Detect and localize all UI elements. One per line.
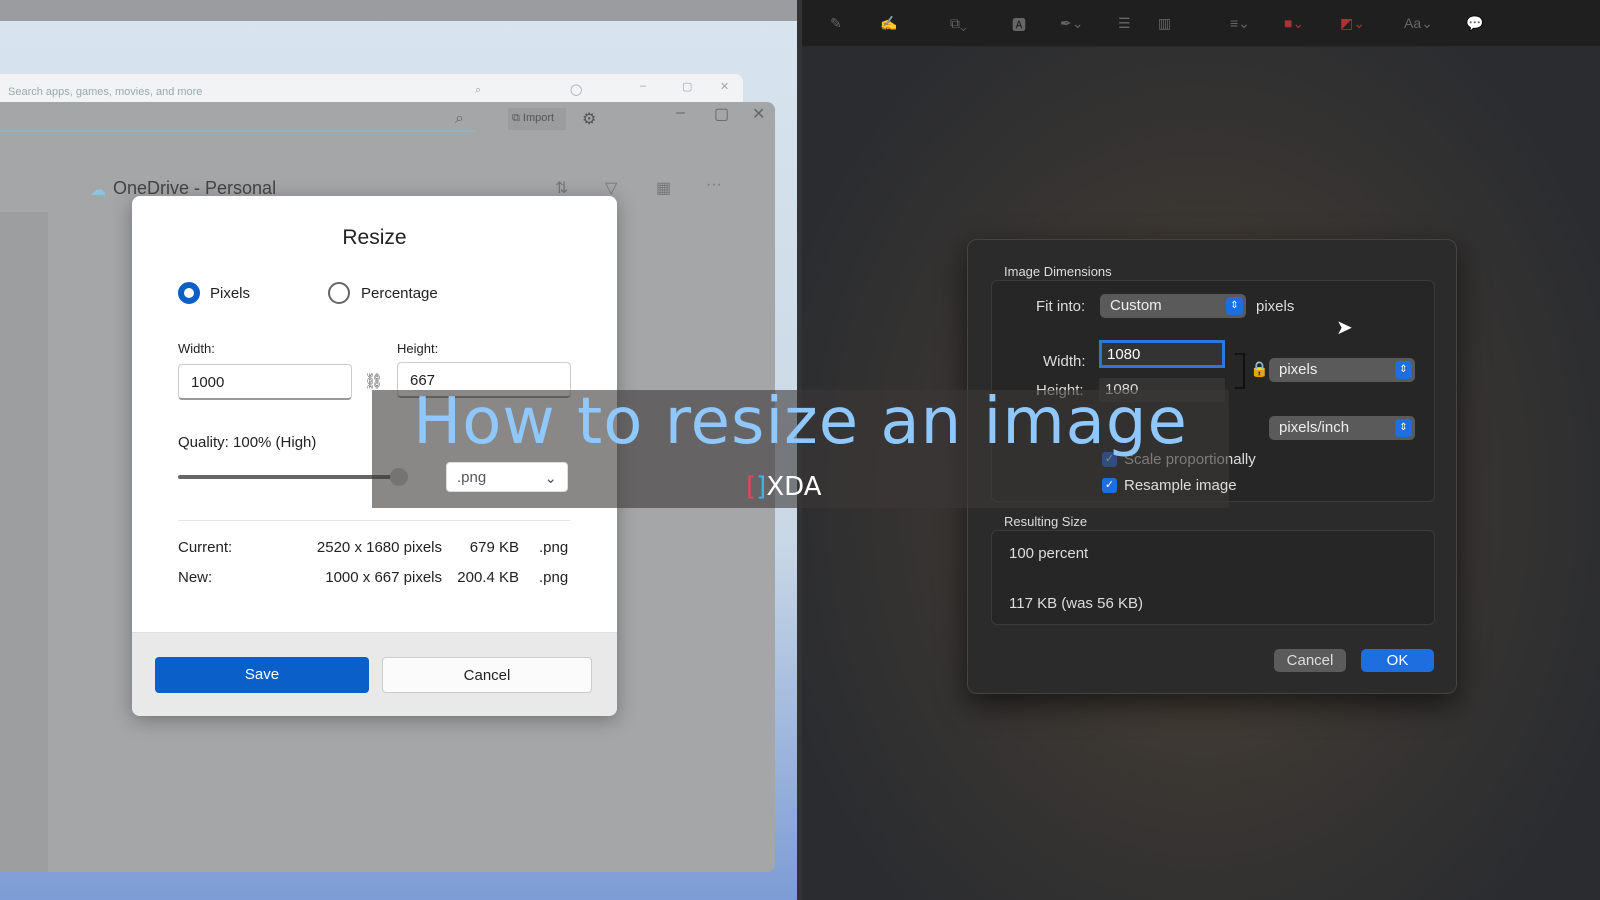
minimize-icon[interactable]: – (640, 80, 646, 92)
width-label: Width: (1043, 353, 1086, 370)
text-box-icon[interactable]: 🅰 (1012, 15, 1026, 35)
width-label: Width: (178, 341, 215, 356)
filter-icon[interactable]: ▽ (605, 178, 617, 198)
cancel-button[interactable]: Cancel (382, 657, 592, 693)
result-section-title: Resulting Size (1004, 514, 1088, 529)
current-size: 679 KB (469, 539, 519, 556)
close-icon[interactable]: ✕ (752, 104, 765, 124)
cursor-icon: ➤ (1336, 317, 1353, 339)
layout-icon[interactable]: ▥ (1158, 15, 1171, 32)
view-icon[interactable]: ▦ (656, 178, 671, 198)
format-dropdown[interactable]: .png ⌄ (446, 462, 568, 492)
import-label: Import (522, 112, 555, 124)
resample-image-checkbox[interactable]: ✓ (1102, 478, 1117, 493)
quality-label: Quality: 100% (High) (178, 434, 317, 451)
lock-icon[interactable]: 🔒 (1250, 360, 1269, 378)
stepper-icon: ⇕ (1226, 297, 1243, 315)
adjust-icon[interactable]: ☰ (1118, 15, 1131, 32)
result-size: 117 KB (was 56 KB) (1009, 595, 1143, 612)
import-button[interactable]: ⧉ Import (508, 108, 566, 130)
maximize-icon[interactable]: ▢ (714, 104, 729, 124)
new-dims: 1000 x 667 pixels (325, 569, 442, 586)
signature-icon[interactable]: ✒⌄ (1060, 15, 1083, 32)
resolution-unit-value: pixels/inch (1279, 419, 1350, 436)
line-style-icon[interactable]: ≡⌄ (1230, 15, 1250, 32)
format-value: .png (457, 469, 487, 486)
width-input[interactable]: 1000 (178, 364, 352, 400)
store-window: Search apps, games, movies, and more ⌕ ◯… (0, 74, 743, 104)
percentage-radio[interactable] (328, 282, 350, 304)
border-color-icon[interactable]: ■⌄ (1284, 15, 1304, 32)
dimensions-section-title: Image Dimensions (1004, 264, 1112, 279)
fit-into-select[interactable]: Custom ⇕ (1100, 294, 1246, 318)
overlay-title: How to resize an image (413, 385, 1188, 459)
sort-icon[interactable]: ⇅ (555, 178, 568, 198)
fill-color-icon[interactable]: ◩⌄ (1340, 15, 1365, 32)
current-ext: .png (539, 539, 569, 556)
pixels-radio[interactable] (178, 282, 200, 304)
draw-icon[interactable]: ✍ (880, 15, 897, 32)
close-icon[interactable]: ✕ (720, 80, 729, 93)
comment-icon[interactable]: 💬 (1466, 15, 1483, 32)
percentage-label: Percentage (361, 285, 438, 302)
cancel-button[interactable]: Cancel (1274, 649, 1346, 672)
fit-into-value: Custom (1110, 297, 1162, 314)
xda-logo-text: XDA (766, 472, 822, 502)
new-label: New: (178, 569, 213, 586)
current-dims: 2520 x 1680 pixels (316, 539, 442, 556)
size-unit-value: pixels (1279, 361, 1318, 378)
shapes-icon[interactable]: ⧉⌄ (950, 15, 967, 32)
stepper-icon: ⇕ (1395, 361, 1412, 379)
gear-icon[interactable]: ⚙ (582, 109, 596, 129)
maximize-icon[interactable]: ▢ (682, 80, 692, 93)
windows-top-bar (0, 0, 797, 21)
ok-button[interactable]: OK (1361, 649, 1434, 672)
new-ext: .png (539, 569, 569, 586)
photos-search-input[interactable] (0, 102, 475, 132)
resolution-unit-select[interactable]: pixels/inch ⇕ (1269, 416, 1415, 440)
sketch-icon[interactable]: ✎ (830, 15, 842, 32)
more-icon[interactable]: ··· (706, 176, 722, 194)
import-icon: ⧉ (512, 112, 523, 124)
link-bracket (1235, 353, 1245, 389)
photos-sidebar (0, 212, 48, 872)
search-icon[interactable]: ⌕ (475, 84, 481, 97)
mac-preview-toolbar: ✎ ✍ ⧉⌄ 🅰 ✒⌄ ☰ ▥ ≡⌄ ■⌄ ◩⌄ Aa⌄ 💬 (802, 0, 1600, 47)
pixels-label: Pixels (210, 285, 251, 302)
fit-units-label: pixels (1256, 298, 1295, 315)
resample-image-label: Resample image (1124, 477, 1237, 494)
account-icon[interactable]: ◯ (570, 83, 582, 96)
stepper-icon: ⇕ (1395, 419, 1412, 437)
font-icon[interactable]: Aa⌄ (1404, 15, 1433, 32)
xda-logo: []XDA (746, 472, 822, 502)
current-label: Current: (178, 539, 233, 556)
cloud-icon: ☁ (90, 182, 106, 199)
save-button[interactable]: Save (155, 657, 369, 693)
size-unit-select[interactable]: pixels ⇕ (1269, 358, 1415, 382)
search-icon[interactable]: ⌕ (455, 110, 464, 128)
result-percent: 100 percent (1009, 545, 1089, 562)
dialog-title: Resize (342, 226, 407, 249)
divider (178, 520, 570, 521)
width-input[interactable]: 1080 (1099, 340, 1225, 368)
height-label: Height: (397, 341, 439, 356)
fit-into-label: Fit into: (1036, 298, 1086, 315)
new-size: 200.4 KB (457, 569, 519, 586)
chevron-down-icon: ⌄ (544, 470, 557, 487)
quality-slider[interactable] (178, 475, 400, 479)
minimize-icon[interactable]: – (676, 104, 685, 122)
store-search-input[interactable]: Search apps, games, movies, and more (8, 86, 202, 98)
